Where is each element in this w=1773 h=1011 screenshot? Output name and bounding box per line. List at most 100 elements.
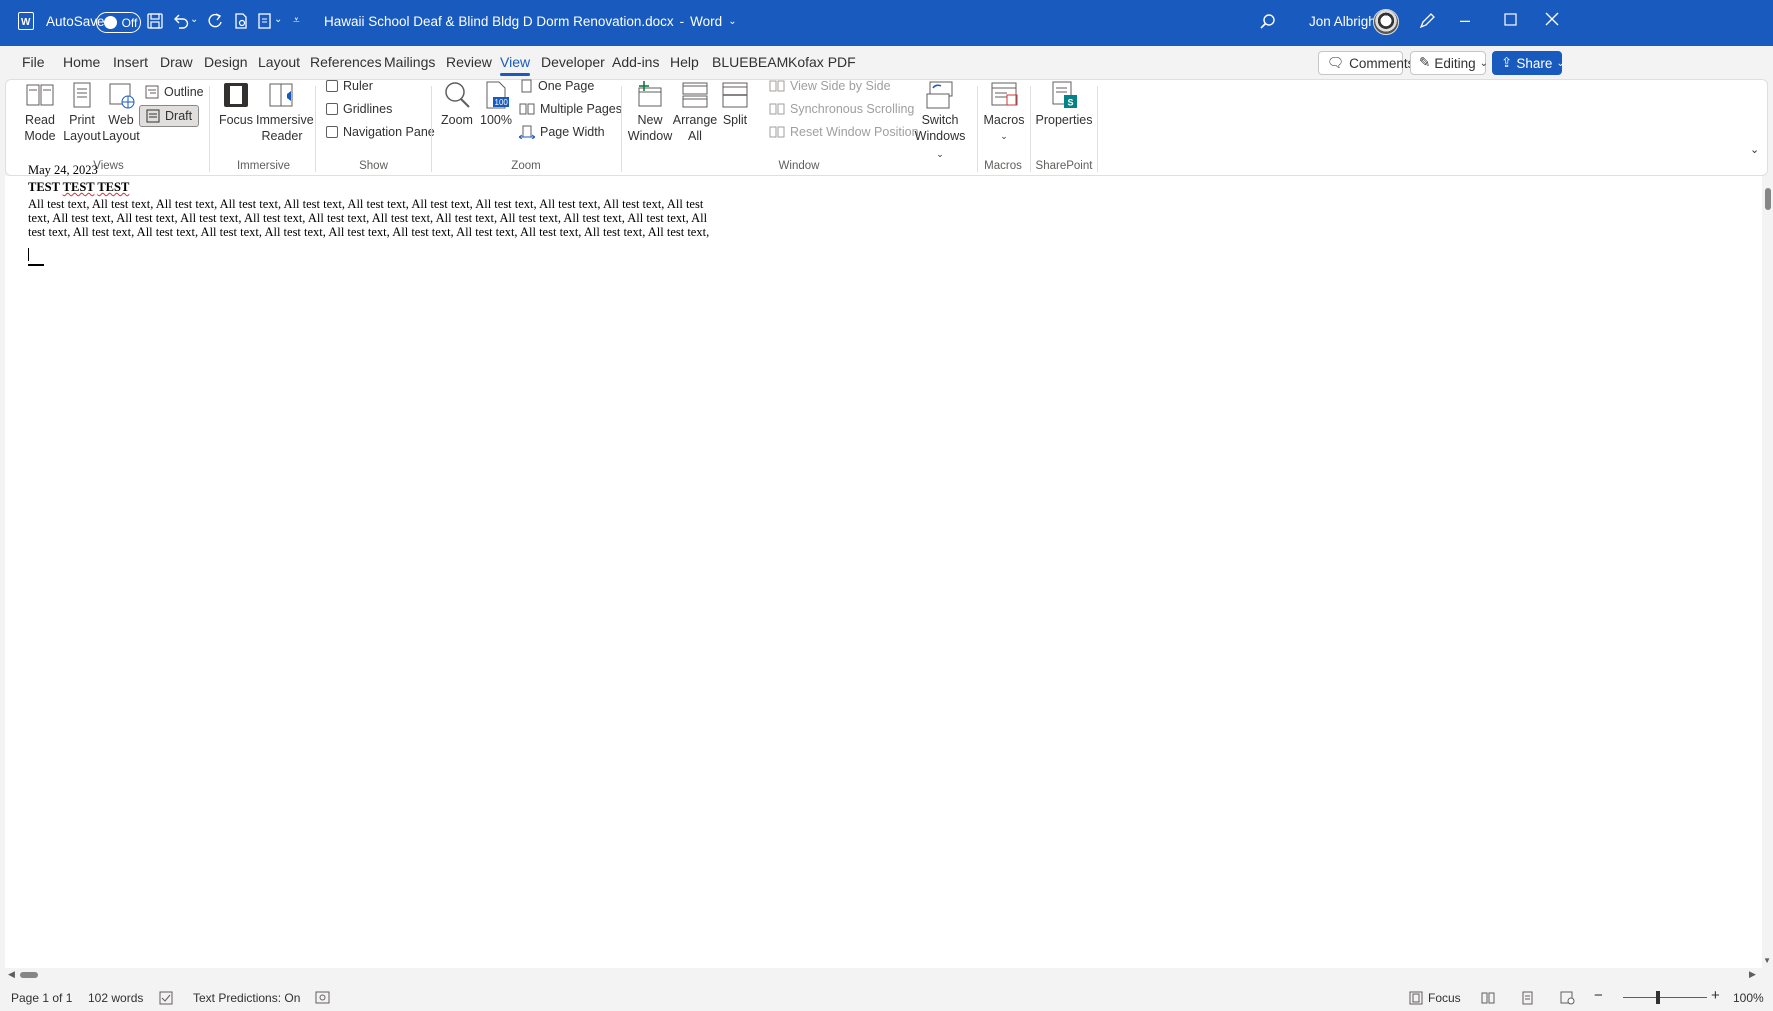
accessibility-icon[interactable]: [315, 991, 330, 1004]
arrange-all-label-2: All: [688, 129, 702, 143]
focus-mode-button[interactable]: Focus: [1409, 991, 1461, 1005]
switch-windows-icon: [926, 81, 953, 109]
print-preview-icon[interactable]: [232, 12, 250, 30]
zoom-slider-thumb[interactable]: [1656, 991, 1660, 1004]
vertical-scroll-thumb[interactable]: [1765, 188, 1771, 210]
synchronous-scrolling-button[interactable]: Synchronous Scrolling: [769, 100, 914, 118]
search-icon[interactable]: [1259, 13, 1277, 31]
undo-icon[interactable]: [172, 12, 190, 30]
undo-dropdown-icon[interactable]: ⌄: [190, 14, 198, 25]
print-layout-icon: [73, 82, 91, 108]
save-icon[interactable]: [146, 12, 164, 30]
document-canvas[interactable]: May 24, 2023 TEST TEST TEST All test tex…: [5, 163, 1762, 971]
read-mode-button[interactable]: Read Mode: [20, 80, 60, 144]
tab-design[interactable]: Design: [204, 54, 248, 70]
outline-label: Outline: [164, 85, 204, 99]
ruler-checkbox[interactable]: Ruler: [326, 77, 373, 95]
title-chevron-down-icon: ⌄: [728, 16, 737, 27]
outline-button[interactable]: Outline: [142, 83, 207, 101]
customize-qat-icon[interactable]: ⩡: [293, 13, 300, 28]
tab-help[interactable]: Help: [670, 54, 699, 70]
multiple-pages-button[interactable]: Multiple Pages: [519, 100, 622, 118]
redo-icon[interactable]: [206, 12, 224, 30]
tab-bluebeam[interactable]: BLUEBEAM: [712, 54, 788, 70]
switch-windows-button[interactable]: Switch Windows ⌄: [912, 80, 968, 162]
vertical-scrollbar[interactable]: [1762, 176, 1773, 971]
zoom-100-button[interactable]: 100 100%: [478, 80, 514, 128]
immersive-reader-button[interactable]: Immersive Reader: [256, 80, 314, 144]
tab-insert[interactable]: Insert: [113, 54, 148, 70]
print-layout-button[interactable]: Print Layout: [62, 80, 102, 144]
draft-button[interactable]: Draft: [139, 105, 200, 127]
split-label: Split: [722, 113, 748, 127]
zoom-level[interactable]: 100%: [1733, 991, 1764, 1005]
avatar[interactable]: [1373, 9, 1399, 35]
horizontal-scroll-thumb[interactable]: [20, 972, 38, 978]
web-layout-icon: [109, 83, 135, 109]
gridlines-checkbox[interactable]: Gridlines: [326, 100, 392, 118]
view-side-by-side-label: View Side by Side: [790, 79, 891, 93]
tab-review[interactable]: Review: [446, 54, 492, 70]
tab-file[interactable]: File: [22, 54, 45, 70]
designer-pen-icon[interactable]: [1418, 12, 1436, 30]
scroll-right-arrow-icon[interactable]: ▶: [1749, 969, 1756, 980]
text-predictions-status[interactable]: Text Predictions: On: [193, 991, 300, 1005]
view-side-by-side-button[interactable]: View Side by Side: [769, 77, 891, 95]
zoom-button[interactable]: Zoom: [438, 80, 476, 128]
document-title[interactable]: Hawaii School Deaf & Blind Bldg D Dorm R…: [324, 14, 737, 29]
comments-button[interactable]: 🗨 Comments: [1318, 51, 1414, 75]
tab-home[interactable]: Home: [63, 54, 100, 70]
gridlines-check-box[interactable]: [326, 103, 338, 115]
web-layout-view-icon[interactable]: [1560, 991, 1575, 1005]
macros-button[interactable]: Macros ⌄: [981, 80, 1027, 144]
read-mode-icon: [26, 84, 54, 106]
editing-mode-button[interactable]: ✎ Editing ⌄: [1410, 51, 1488, 75]
chevron-down-icon: ⌄: [936, 149, 944, 159]
tab-add-ins[interactable]: Add-ins: [612, 54, 659, 70]
ruler-check-box[interactable]: [326, 80, 338, 92]
tab-developer[interactable]: Developer: [541, 54, 605, 70]
web-layout-label-1: Web: [108, 113, 134, 127]
minimize-icon[interactable]: –: [1460, 10, 1470, 31]
scroll-down-arrow-icon[interactable]: ▼: [1763, 956, 1771, 965]
tab-references[interactable]: References: [310, 54, 382, 70]
collapse-ribbon-chevron-icon[interactable]: ⌄: [1750, 142, 1759, 158]
new-window-button[interactable]: New Window: [627, 80, 673, 144]
page-width-button[interactable]: Page Width: [519, 123, 605, 141]
focus-button[interactable]: Focus: [216, 80, 256, 128]
web-layout-button[interactable]: Web Layout: [101, 80, 141, 144]
tab-layout[interactable]: Layout: [258, 54, 300, 70]
tab-draw[interactable]: Draw: [160, 54, 193, 70]
navigation-pane-checkbox[interactable]: Navigation Pane: [326, 123, 435, 141]
print-layout-view-icon[interactable]: [1520, 991, 1534, 1005]
navigation-pane-check-box[interactable]: [326, 126, 338, 138]
zoom-in-icon[interactable]: +: [1711, 987, 1720, 1004]
menu-bar: File Home Insert Draw Design Layout Refe…: [0, 46, 1773, 79]
form-dropdown-icon[interactable]: ⌄: [274, 14, 282, 25]
one-page-button[interactable]: One Page: [519, 77, 594, 95]
split-button[interactable]: Split: [717, 80, 753, 128]
share-icon: ⇪: [1501, 55, 1513, 70]
tab-kofax-pdf[interactable]: Kofax PDF: [788, 54, 856, 70]
read-mode-view-icon[interactable]: [1481, 991, 1495, 1005]
user-name[interactable]: Jon Albright: [1309, 14, 1380, 29]
page-count[interactable]: Page 1 of 1: [11, 991, 72, 1005]
scroll-left-arrow-icon[interactable]: ◀: [8, 969, 15, 980]
zoom-slider-track[interactable]: [1623, 997, 1707, 998]
share-button[interactable]: ⇪ Share ⌄: [1492, 51, 1565, 75]
app-name: Word: [690, 14, 723, 29]
close-icon[interactable]: [1545, 12, 1559, 26]
horizontal-scrollbar[interactable]: [5, 968, 1762, 982]
word-count[interactable]: 102 words: [88, 991, 143, 1005]
properties-button[interactable]: S Properties: [1034, 80, 1094, 128]
form-icon[interactable]: [256, 12, 274, 30]
proofing-icon[interactable]: [159, 991, 173, 1005]
maximize-icon[interactable]: [1504, 13, 1517, 26]
tab-mailings[interactable]: Mailings: [384, 54, 435, 70]
reset-window-position-button[interactable]: Reset Window Position: [769, 123, 919, 141]
tab-view[interactable]: View: [500, 54, 531, 76]
autosave-toggle[interactable]: Off: [96, 12, 141, 33]
zoom-out-icon[interactable]: −: [1594, 987, 1603, 1004]
arrange-all-button[interactable]: Arrange All: [672, 80, 718, 144]
sharepoint-properties-icon: S: [1052, 81, 1077, 108]
